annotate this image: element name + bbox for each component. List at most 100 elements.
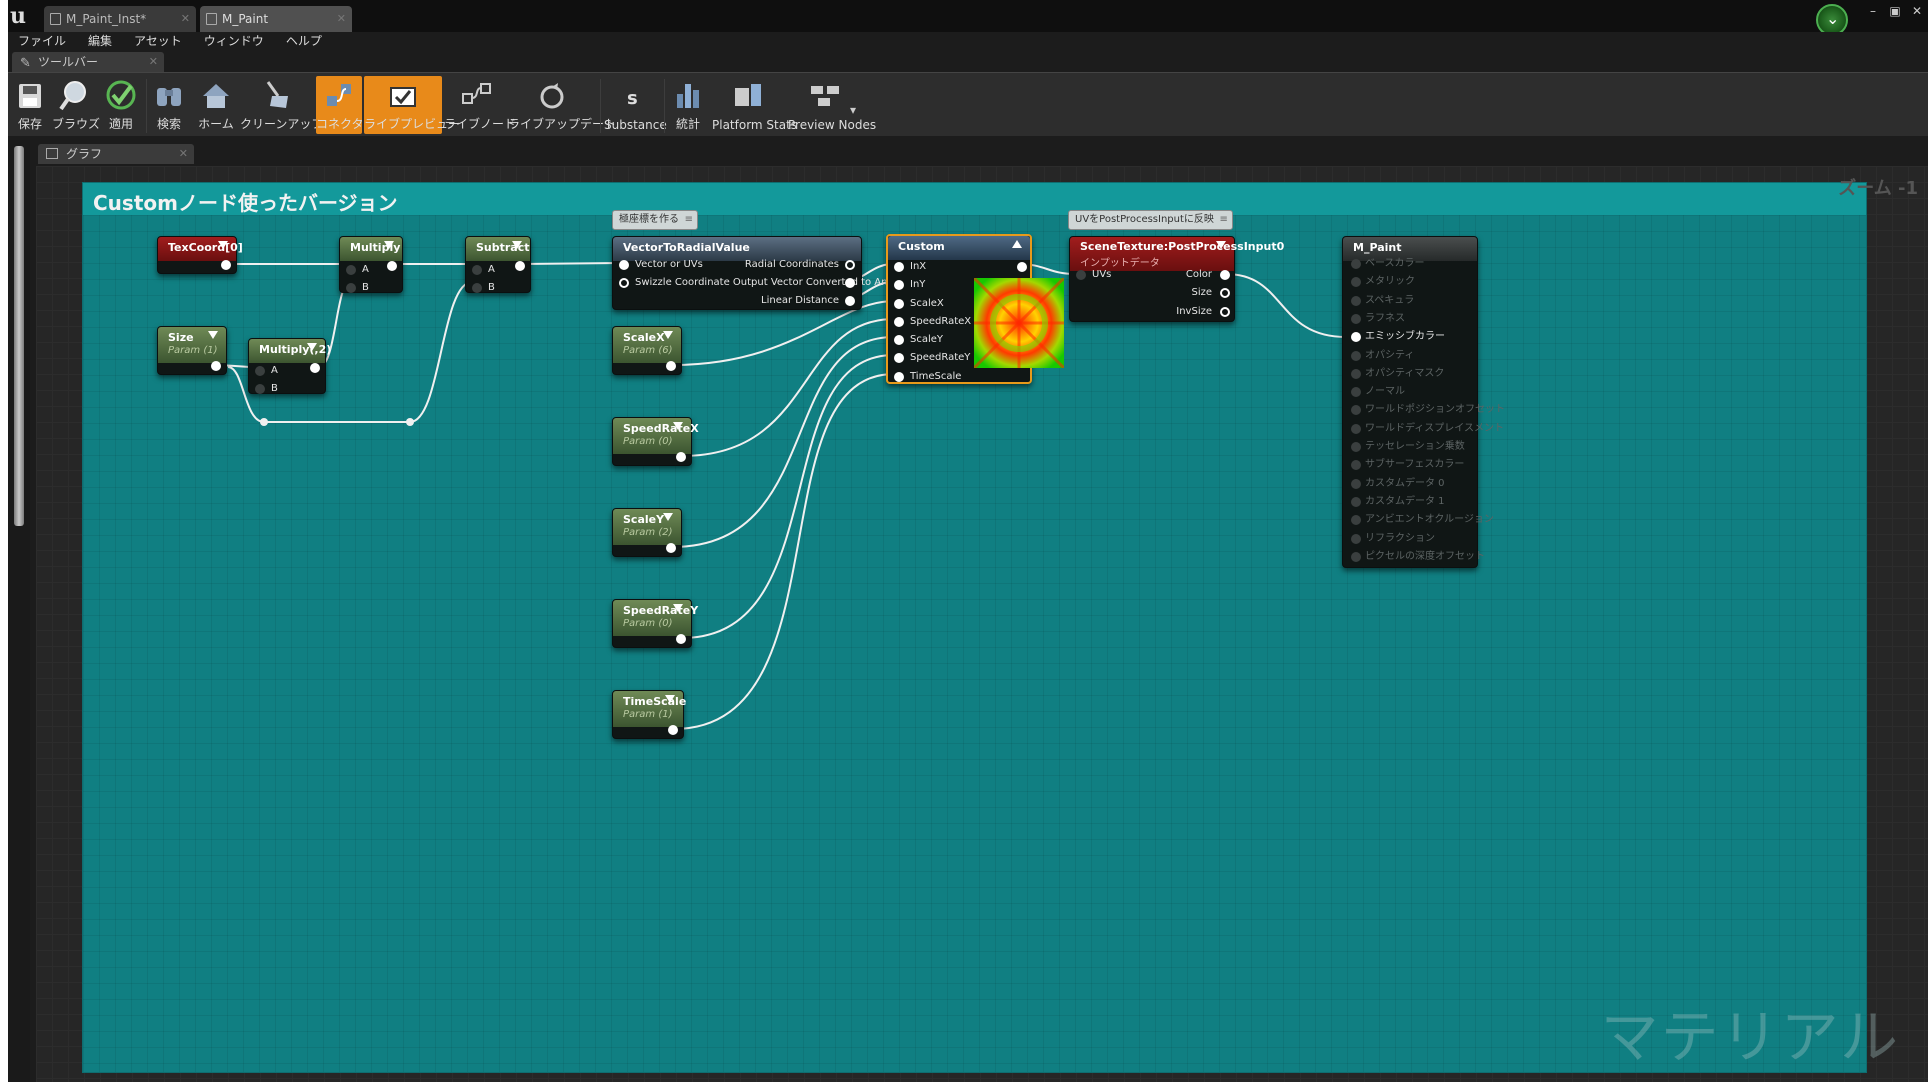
menu-help[interactable]: ヘルプ (286, 32, 322, 50)
palette-scrollbar[interactable] (14, 146, 24, 526)
input-pin[interactable] (619, 260, 629, 270)
input-pin[interactable] (1351, 277, 1361, 288)
input-pin[interactable] (619, 278, 629, 288)
input-pin[interactable] (1351, 533, 1361, 544)
collapse-arrow-icon[interactable] (663, 513, 673, 521)
substance-button[interactable]: s Substance (604, 76, 667, 134)
input-pin[interactable] (1351, 478, 1361, 489)
input-pin[interactable] (1351, 368, 1361, 379)
input-pin[interactable] (1351, 460, 1361, 471)
collapse-arrow-icon[interactable] (307, 343, 317, 351)
node-multiply-2[interactable]: Multiply(,2) A B (248, 338, 331, 394)
output-pin[interactable] (668, 725, 678, 735)
node-custom[interactable]: Custom InX InY ScaleX SpeedRateX ScaleY … (886, 234, 1066, 384)
node-size[interactable]: Size Param (1) (157, 326, 227, 375)
collapse-arrow-icon[interactable] (673, 604, 683, 612)
connector-button[interactable]: コネクタ (316, 76, 364, 134)
comment-header[interactable]: Customノード使ったバージョン (83, 183, 1866, 215)
output-pin[interactable] (310, 363, 320, 373)
output-pin[interactable] (845, 296, 855, 306)
live-node-button[interactable]: ライブノード (444, 76, 516, 134)
menu-window[interactable]: ウィンドウ (204, 32, 264, 50)
input-pin[interactable] (346, 265, 356, 275)
input-pin[interactable] (894, 280, 904, 290)
live-preview-button[interactable]: ライブプレビュー (364, 76, 460, 134)
stats-button[interactable]: 統計 (668, 76, 708, 134)
live-update-button[interactable]: ライブアップデート (508, 76, 616, 134)
node-scalex[interactable]: ScaleX Param (6) (612, 326, 682, 375)
close-icon[interactable]: ✕ (179, 144, 188, 164)
input-pin[interactable] (255, 384, 265, 394)
restore-button[interactable]: ▣ (1884, 0, 1906, 22)
input-pin[interactable] (894, 372, 904, 382)
collapse-arrow-icon[interactable] (1216, 241, 1226, 249)
menu-edit[interactable]: 編集 (88, 32, 112, 50)
tab-m-paint-inst[interactable]: M_Paint_Inst* ✕ (44, 6, 196, 32)
output-pin[interactable] (211, 361, 221, 371)
input-pin[interactable] (894, 353, 904, 363)
toolbar-overflow-icon[interactable]: ▾ (850, 103, 856, 117)
node-speedratey[interactable]: SpeedRateY Param (0) (612, 599, 698, 648)
input-pin[interactable] (1351, 442, 1361, 452)
input-pin[interactable] (1351, 551, 1361, 562)
collapse-arrow-icon[interactable] (512, 241, 522, 249)
output-pin[interactable] (666, 543, 676, 553)
node-speedratex[interactable]: SpeedRateX Param (0) (612, 417, 699, 466)
material-graph-canvas[interactable]: Customノード使ったバージョン ズーム -1 マテリアル 極座標を作る ≡ … (36, 166, 1928, 1082)
input-pin[interactable] (1351, 387, 1361, 398)
output-pin[interactable] (221, 260, 231, 270)
toolbar-panel-tab[interactable]: ✎ ツールバー ✕ (12, 52, 164, 72)
collapse-arrow-icon[interactable] (218, 241, 228, 249)
collapse-arrow-icon[interactable] (384, 241, 394, 249)
node-subtract[interactable]: Subtract A B (465, 236, 531, 293)
input-pin[interactable] (1351, 515, 1361, 526)
input-pin[interactable] (1351, 496, 1361, 507)
unreal-logo-icon[interactable]: u (10, 4, 38, 28)
node-vector-to-radial-value[interactable]: VectorToRadialValue Vector or UVs Swizzl… (612, 236, 903, 310)
input-pin[interactable] (1351, 259, 1361, 269)
input-pin[interactable] (1351, 350, 1361, 361)
close-icon[interactable]: ✕ (149, 52, 158, 72)
input-pin[interactable] (1351, 423, 1361, 434)
close-icon[interactable]: ✕ (181, 6, 190, 32)
menu-file[interactable]: ファイル (18, 32, 66, 50)
cleanup-button[interactable]: クリーンアップ (240, 76, 323, 134)
minimize-button[interactable]: – (1862, 0, 1884, 22)
node-m-paint[interactable]: M_Paint ベースカラー メタリック スペキュラ ラフネス エミッシブカラー オパシテ… (1342, 236, 1505, 568)
browse-button[interactable]: ブラウズ (52, 76, 100, 134)
output-pin[interactable] (387, 261, 397, 271)
collapse-arrow-icon[interactable] (1012, 240, 1022, 248)
output-pin[interactable] (845, 278, 855, 288)
output-pin[interactable] (676, 634, 686, 644)
input-pin[interactable] (346, 283, 356, 293)
input-pin[interactable] (255, 366, 265, 376)
input-pin[interactable] (1351, 332, 1361, 343)
menu-asset[interactable]: アセット (134, 32, 182, 50)
tab-m-paint[interactable]: M_Paint ✕ (200, 6, 352, 32)
input-pin[interactable] (1351, 295, 1361, 306)
output-pin[interactable] (515, 261, 525, 271)
node-scene-texture[interactable]: SceneTexture:PostProcessInput0 インプットデータ U… (1069, 236, 1284, 322)
output-pin[interactable] (1220, 288, 1230, 298)
close-button[interactable]: ✕ (1906, 0, 1928, 22)
collapse-arrow-icon[interactable] (208, 331, 218, 339)
apply-button[interactable]: 適用 (100, 76, 142, 134)
output-pin[interactable] (845, 260, 855, 270)
graph-tab[interactable]: グラフ ✕ (38, 144, 194, 164)
node-texcoord[interactable]: TexCoord[0] (157, 236, 243, 274)
postprocess-comment-bubble[interactable]: UVをPostProcessInputに反映 (1068, 210, 1233, 230)
output-pin[interactable] (666, 361, 676, 371)
node-timescale[interactable]: TimeScale Param (1) (612, 690, 686, 739)
input-pin[interactable] (472, 265, 482, 275)
node-multiply[interactable]: Multiply A B (339, 236, 403, 293)
input-pin[interactable] (894, 317, 904, 327)
close-icon[interactable]: ✕ (337, 6, 346, 32)
home-button[interactable]: ホーム (194, 76, 238, 134)
collapse-arrow-icon[interactable] (673, 422, 683, 430)
input-pin[interactable] (894, 335, 904, 345)
collapse-arrow-icon[interactable] (665, 695, 675, 703)
input-pin[interactable] (1076, 270, 1086, 280)
platform-stats-button[interactable]: Platform Stats (712, 76, 797, 134)
search-button[interactable]: 検索 (148, 76, 190, 134)
node-scaley[interactable]: ScaleY Param (2) (612, 508, 682, 557)
